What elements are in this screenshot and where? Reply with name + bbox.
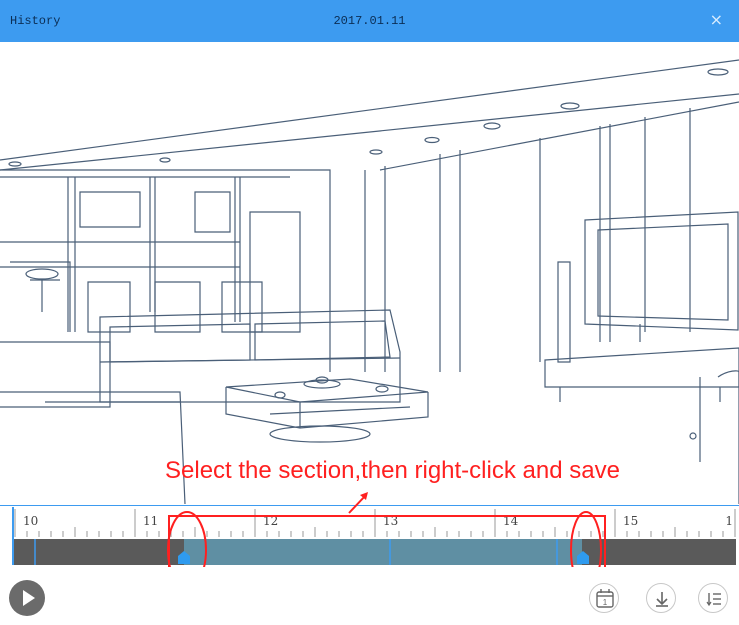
close-icon[interactable]: × bbox=[710, 10, 723, 29]
download-button[interactable] bbox=[646, 583, 676, 613]
calendar-button[interactable]: 1 bbox=[589, 583, 619, 613]
calendar-icon: 1 bbox=[596, 589, 614, 608]
annotation-arrow bbox=[348, 492, 368, 514]
living-room-illustration bbox=[0, 59, 739, 504]
video-frame bbox=[0, 42, 739, 504]
playback-timeline[interactable]: 10 11 12 13 14 15 1 bbox=[0, 492, 739, 567]
calendar-day: 1 bbox=[603, 598, 608, 607]
play-button[interactable] bbox=[9, 580, 45, 616]
playback-date: 2017.01.11 bbox=[333, 14, 406, 28]
title-bar: History 2017.01.11 × bbox=[0, 0, 739, 42]
list-button[interactable] bbox=[698, 583, 728, 613]
play-icon bbox=[23, 590, 35, 606]
timeline-selection[interactable] bbox=[184, 539, 582, 565]
download-icon bbox=[656, 592, 668, 607]
list-icon bbox=[706, 593, 721, 607]
playback-controls: 1 bbox=[0, 570, 739, 625]
annotation-instruction: Select the section,then right-click and … bbox=[165, 457, 620, 484]
